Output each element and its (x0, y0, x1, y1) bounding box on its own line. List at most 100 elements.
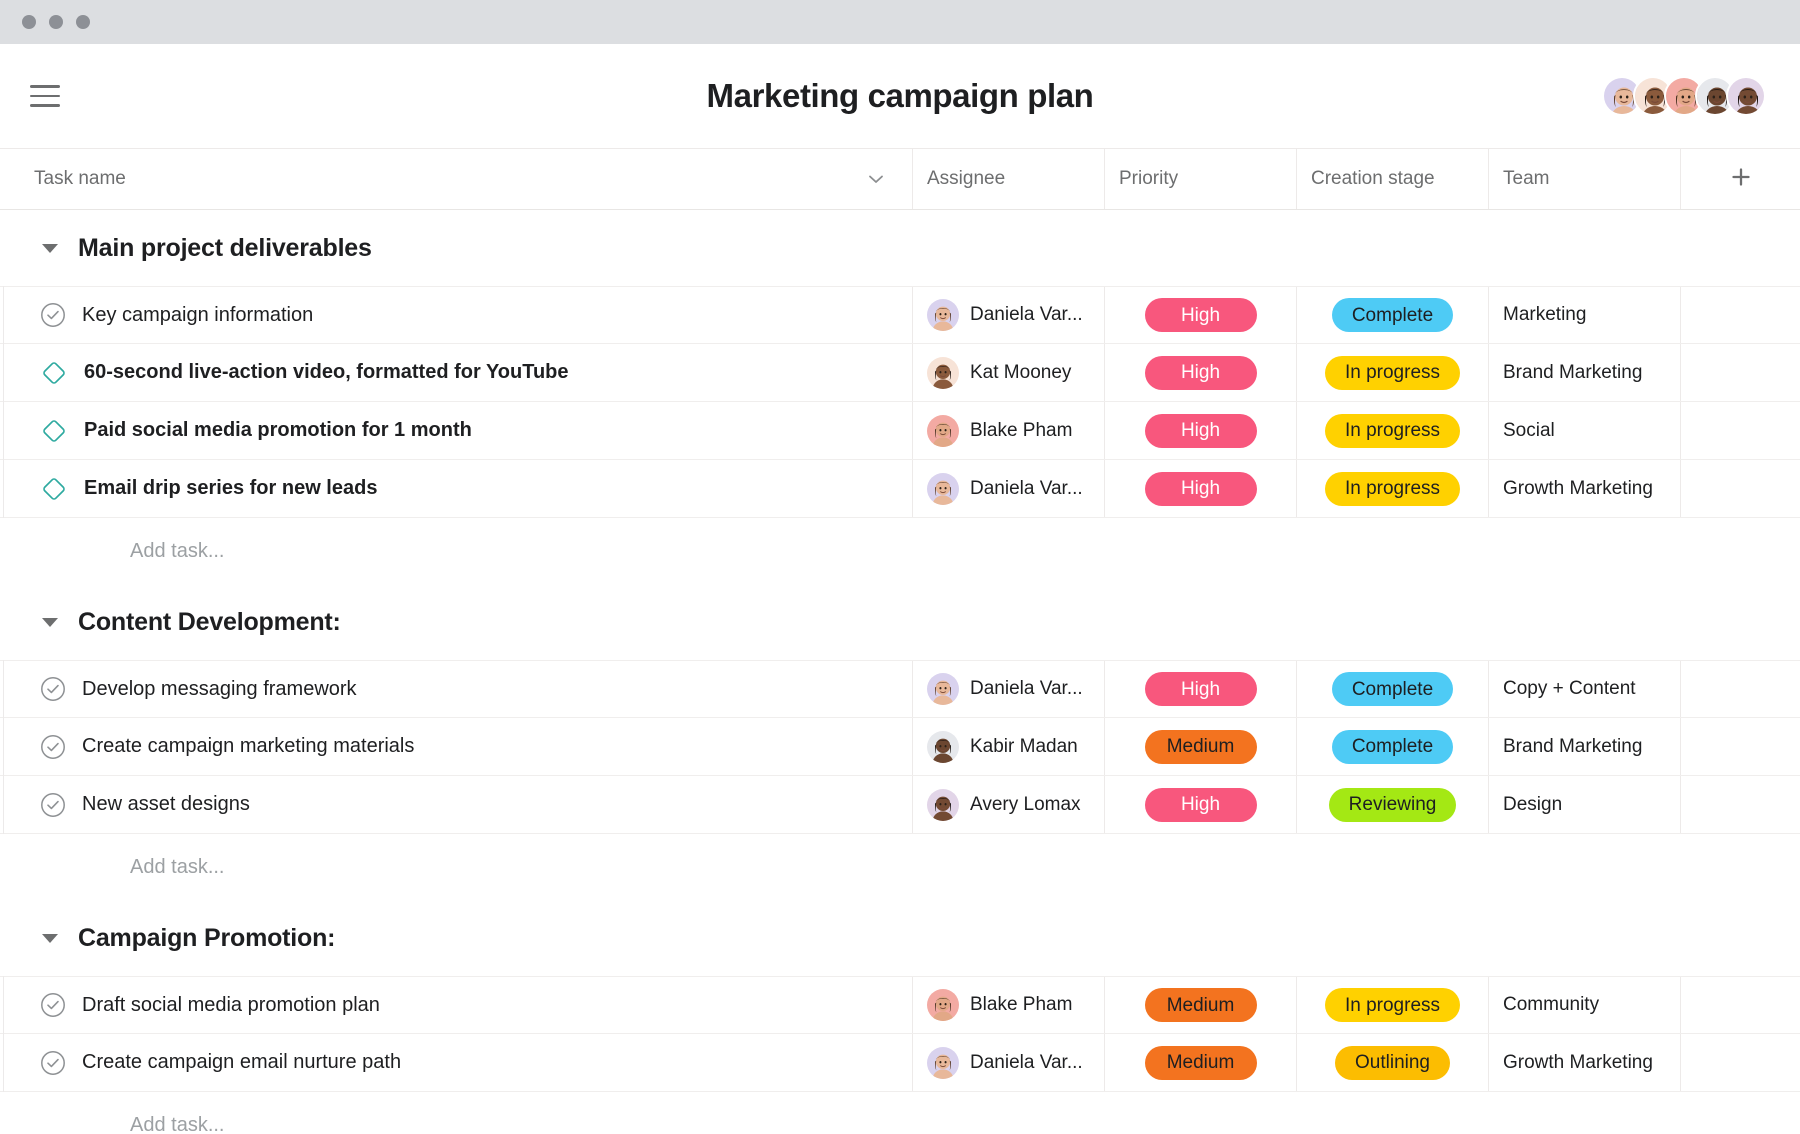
milestone-diamond-icon[interactable] (40, 475, 68, 503)
status-badge[interactable]: In progress (1324, 413, 1461, 448)
task-name-cell[interactable]: Create campaign email nurture path (0, 1034, 912, 1091)
status-badge[interactable]: Outlining (1335, 1045, 1450, 1080)
task-name-cell[interactable]: Create campaign marketing materials (0, 718, 912, 775)
section-header[interactable]: Main project deliverables (0, 210, 1800, 286)
creation-stage-cell[interactable]: Reviewing (1296, 776, 1488, 833)
task-name-cell[interactable]: Draft social media promotion plan (0, 977, 912, 1033)
column-header-team[interactable]: Team (1488, 149, 1680, 209)
member-avatar-group[interactable] (1602, 76, 1766, 116)
priority-cell[interactable]: Medium (1104, 977, 1296, 1033)
check-circle-icon[interactable] (40, 676, 66, 702)
status-badge[interactable]: In progress (1324, 988, 1461, 1022)
table-row[interactable]: Paid social media promotion for 1 month B… (0, 402, 1800, 460)
table-row[interactable]: Develop messaging framework Daniela Var..… (0, 660, 1800, 718)
priority-cell[interactable]: High (1104, 661, 1296, 717)
team-cell[interactable]: Social (1488, 402, 1680, 459)
column-header-assignee[interactable]: Assignee (912, 149, 1104, 209)
task-name-cell[interactable]: Paid social media promotion for 1 month (0, 402, 912, 459)
creation-stage-cell[interactable]: In progress (1296, 977, 1488, 1033)
assignee-cell[interactable]: Avery Lomax (912, 776, 1104, 833)
window-minimize-dot[interactable] (49, 15, 63, 29)
status-badge[interactable]: Complete (1331, 298, 1454, 332)
status-badge[interactable]: In progress (1324, 471, 1461, 506)
priority-cell[interactable]: High (1104, 402, 1296, 459)
task-name-cell[interactable]: 60-second live-action video, formatted f… (0, 344, 912, 401)
creation-stage-cell[interactable]: In progress (1296, 402, 1488, 459)
team-cell[interactable]: Growth Marketing (1488, 1034, 1680, 1091)
milestone-diamond-icon[interactable] (40, 417, 68, 445)
add-task-row[interactable]: Add task... (0, 1092, 1800, 1134)
priority-cell[interactable]: High (1104, 460, 1296, 517)
creation-stage-cell[interactable]: In progress (1296, 460, 1488, 517)
creation-stage-cell[interactable]: In progress (1296, 344, 1488, 401)
creation-stage-cell[interactable]: Outlining (1296, 1034, 1488, 1091)
check-circle-icon[interactable] (40, 792, 66, 818)
team-cell[interactable]: Growth Marketing (1488, 460, 1680, 517)
avatar[interactable] (1726, 76, 1766, 116)
creation-stage-cell[interactable]: Complete (1296, 718, 1488, 775)
team-cell[interactable]: Community (1488, 977, 1680, 1033)
task-name-cell[interactable]: New asset designs (0, 776, 912, 833)
section-collapse-caret-icon[interactable] (42, 243, 58, 253)
team-cell[interactable]: Design (1488, 776, 1680, 833)
status-badge[interactable]: Complete (1331, 729, 1454, 764)
priority-badge[interactable]: High (1144, 787, 1257, 822)
assignee-cell[interactable]: Kat Mooney (912, 344, 1104, 401)
assignee-cell[interactable]: Blake Pham (912, 977, 1104, 1033)
check-circle-icon[interactable] (40, 734, 66, 760)
status-badge[interactable]: Reviewing (1328, 787, 1457, 822)
priority-badge[interactable]: Medium (1144, 988, 1257, 1022)
team-cell[interactable]: Marketing (1488, 287, 1680, 343)
check-circle-icon[interactable] (40, 302, 66, 328)
task-name-cell[interactable]: Key campaign information (0, 287, 912, 343)
status-badge[interactable]: In progress (1324, 355, 1461, 390)
column-header-creation-stage[interactable]: Creation stage (1296, 149, 1488, 209)
chevron-down-icon[interactable] (866, 169, 886, 189)
table-row[interactable]: 60-second live-action video, formatted f… (0, 344, 1800, 402)
assignee-cell[interactable]: Daniela Var... (912, 460, 1104, 517)
check-circle-icon[interactable] (40, 992, 66, 1018)
priority-badge[interactable]: Medium (1144, 729, 1257, 764)
task-name-cell[interactable]: Develop messaging framework (0, 661, 912, 717)
check-circle-icon[interactable] (40, 1050, 66, 1076)
add-task-row[interactable]: Add task... (0, 834, 1800, 900)
priority-cell[interactable]: High (1104, 287, 1296, 343)
add-column-button[interactable] (1680, 149, 1800, 209)
priority-cell[interactable]: Medium (1104, 718, 1296, 775)
team-cell[interactable]: Copy + Content (1488, 661, 1680, 717)
table-row[interactable]: Draft social media promotion plan Blake P… (0, 976, 1800, 1034)
priority-cell[interactable]: High (1104, 344, 1296, 401)
assignee-cell[interactable]: Daniela Var... (912, 1034, 1104, 1091)
assignee-cell[interactable]: Daniela Var... (912, 287, 1104, 343)
section-collapse-caret-icon[interactable] (42, 617, 58, 627)
priority-badge[interactable]: High (1144, 413, 1257, 448)
assignee-cell[interactable]: Blake Pham (912, 402, 1104, 459)
assignee-cell[interactable]: Kabir Madan (912, 718, 1104, 775)
creation-stage-cell[interactable]: Complete (1296, 661, 1488, 717)
status-badge[interactable]: Complete (1331, 672, 1454, 706)
creation-stage-cell[interactable]: Complete (1296, 287, 1488, 343)
priority-cell[interactable]: Medium (1104, 1034, 1296, 1091)
column-header-priority[interactable]: Priority (1104, 149, 1296, 209)
table-row[interactable]: Email drip series for new leads Daniela V… (0, 460, 1800, 518)
priority-badge[interactable]: Medium (1144, 1045, 1257, 1080)
priority-badge[interactable]: High (1144, 355, 1257, 390)
priority-badge[interactable]: High (1144, 471, 1257, 506)
section-collapse-caret-icon[interactable] (42, 933, 58, 943)
table-row[interactable]: Create campaign marketing materials Kabir… (0, 718, 1800, 776)
assignee-cell[interactable]: Daniela Var... (912, 661, 1104, 717)
priority-badge[interactable]: High (1144, 672, 1257, 706)
section-header[interactable]: Content Development: (0, 584, 1800, 660)
column-header-task-name[interactable]: Task name (0, 149, 912, 209)
milestone-diamond-icon[interactable] (40, 359, 68, 387)
priority-badge[interactable]: High (1144, 298, 1257, 332)
section-header[interactable]: Campaign Promotion: (0, 900, 1800, 976)
table-row[interactable]: Create campaign email nurture path Daniel… (0, 1034, 1800, 1092)
task-name-cell[interactable]: Email drip series for new leads (0, 460, 912, 517)
add-task-row[interactable]: Add task... (0, 518, 1800, 584)
window-maximize-dot[interactable] (76, 15, 90, 29)
table-row[interactable]: Key campaign information Daniela Var... Hi… (0, 286, 1800, 344)
priority-cell[interactable]: High (1104, 776, 1296, 833)
hamburger-icon[interactable] (30, 82, 64, 110)
team-cell[interactable]: Brand Marketing (1488, 344, 1680, 401)
